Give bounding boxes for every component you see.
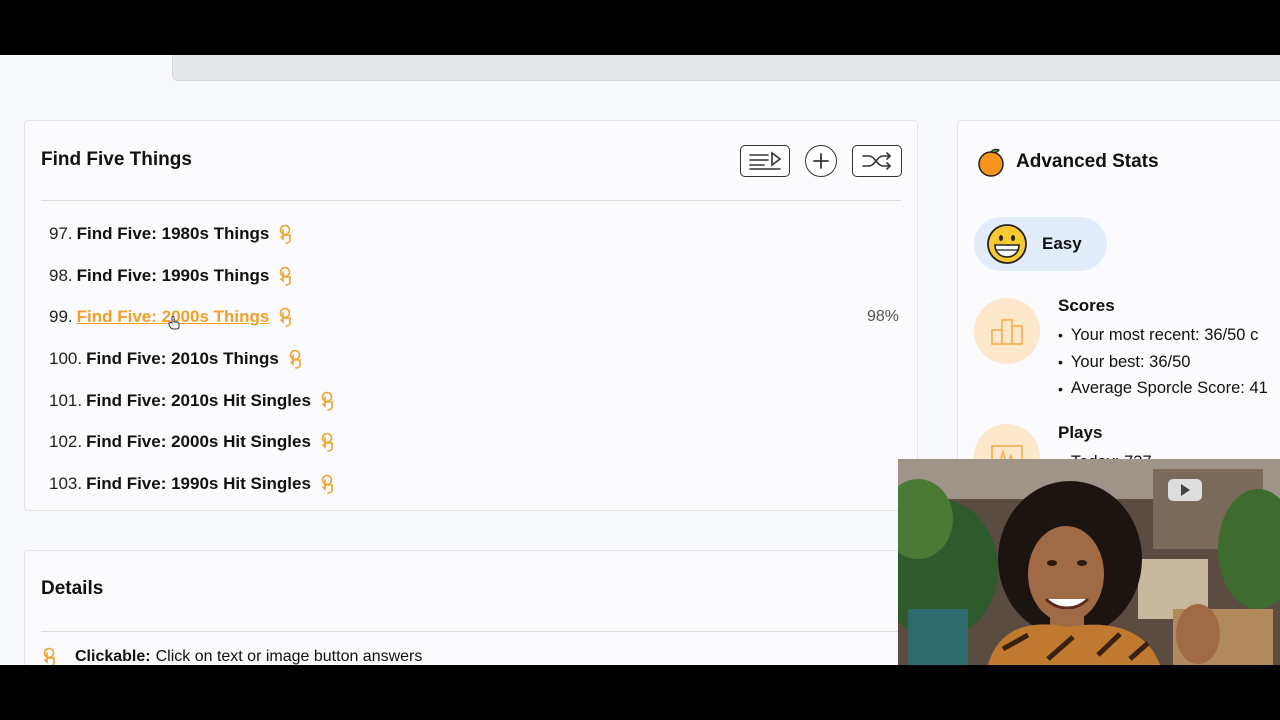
quiz-number: 103. <box>49 473 83 493</box>
quiz-list: 97. Find Five: 1980s Things 98. Find Fiv… <box>49 213 899 505</box>
add-icon <box>813 153 829 169</box>
scores-block: Scores Your most recent: 36/50 c Your be… <box>1058 296 1268 402</box>
clickable-icon <box>319 474 337 494</box>
quiz-number: 99. <box>49 307 73 327</box>
letterbox-bottom <box>0 665 1280 720</box>
presenter-video <box>898 459 1280 665</box>
scores-heading: Scores <box>1058 296 1115 315</box>
details-title: Details <box>41 578 104 599</box>
add-button[interactable] <box>805 145 837 177</box>
score-item: Your most recent: 36/50 c <box>1058 322 1268 349</box>
quiz-item[interactable]: 102. Find Five: 2000s Hit Singles <box>49 421 899 463</box>
playlist-button[interactable] <box>740 145 790 177</box>
quiz-item[interactable]: 97. Find Five: 1980s Things <box>49 213 899 255</box>
quiz-item[interactable]: 103. Find Five: 1990s Hit Singles <box>49 463 899 505</box>
playlist-icon <box>749 151 782 170</box>
quiz-link[interactable]: Find Five: 1990s Hit Singles <box>86 474 311 494</box>
difficulty-label: Easy <box>1042 234 1082 253</box>
clickable-icon <box>319 391 337 411</box>
clickable-text: Click on text or image button answers <box>155 648 423 665</box>
clickable-icon <box>277 307 295 328</box>
score-item: Your best: 36/50 <box>1058 349 1268 376</box>
stats-header: Advanced Stats <box>976 147 1159 177</box>
scores-icon-circle <box>974 298 1040 364</box>
clickable-icon <box>277 266 295 286</box>
clickable-label: Clickable: <box>75 648 151 665</box>
quiz-link[interactable]: Find Five: 2000s Hit Singles <box>86 432 311 452</box>
score-item: Average Sporcle Score: 41 <box>1058 375 1268 402</box>
title-divider <box>41 200 901 201</box>
quiz-link[interactable]: Find Five: 2010s Things <box>86 349 279 369</box>
quiz-link[interactable]: Find Five: 2010s Hit Singles <box>86 391 311 411</box>
quiz-number: 100. <box>49 348 83 368</box>
clickable-icon <box>319 432 337 453</box>
podium-icon <box>991 319 1023 345</box>
quiz-number: 98. <box>49 265 73 285</box>
quiz-link[interactable]: Find Five: 1980s Things <box>77 224 270 244</box>
clickable-icon <box>277 224 295 244</box>
clickable-icon <box>43 647 55 665</box>
quiz-item[interactable]: 98. Find Five: 1990s Things <box>49 255 899 297</box>
grinning-face-icon <box>987 224 1027 264</box>
quiz-percent: 98% <box>866 308 899 326</box>
details-card: Details Clickable: Click on text or imag… <box>24 550 918 665</box>
clickable-detail: Clickable: Click on text or image button… <box>41 647 422 665</box>
clickable-icon <box>287 349 305 369</box>
shuffle-icon <box>862 152 891 170</box>
webcam-overlay <box>898 459 1280 665</box>
quiz-item[interactable]: 100. Find Five: 2010s Things <box>49 338 899 380</box>
quiz-item[interactable]: 101. Find Five: 2010s Hit Singles <box>49 380 899 422</box>
quiz-number: 102. <box>49 432 83 452</box>
difficulty-badge: Easy <box>974 217 1107 271</box>
playlist-card: Find Five Things 97. Find Five: 1980s Th… <box>24 120 918 511</box>
stats-title: Advanced Stats <box>1016 151 1159 172</box>
quiz-number: 101. <box>49 390 83 410</box>
details-divider <box>41 631 901 632</box>
quiz-link[interactable]: Find Five: 1990s Things <box>77 266 270 286</box>
top-panel <box>172 55 1280 81</box>
letterbox-top <box>0 0 1280 55</box>
quiz-number: 97. <box>49 223 73 243</box>
shuffle-button[interactable] <box>852 145 902 177</box>
plays-heading: Plays <box>1058 423 1103 442</box>
orange-icon <box>978 148 1004 177</box>
playlist-title: Find Five Things <box>41 149 192 170</box>
hand-cursor-icon <box>168 316 180 330</box>
